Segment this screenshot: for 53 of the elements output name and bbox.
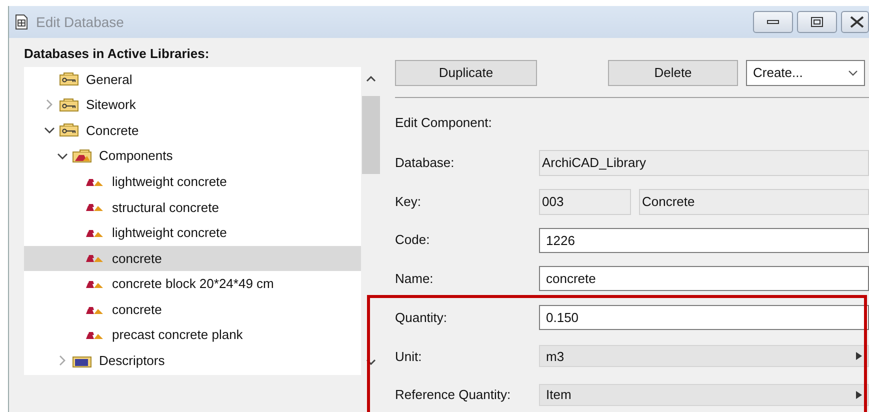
close-button[interactable] xyxy=(841,11,869,33)
tree-item[interactable]: lightweight concrete xyxy=(24,220,362,246)
tree-item[interactable]: lightweight concrete xyxy=(24,168,362,194)
input-field[interactable]: concrete xyxy=(539,266,869,292)
tree-heading: Databases in Active Libraries: xyxy=(24,45,210,63)
triangle-right-icon xyxy=(856,390,862,399)
dropdown-field[interactable]: m3 xyxy=(539,345,869,368)
scroll-thumb[interactable] xyxy=(362,96,380,174)
chevron-down-icon[interactable] xyxy=(57,150,68,162)
scroll-down-icon[interactable] xyxy=(366,358,376,364)
scroll-up-icon[interactable] xyxy=(366,76,376,82)
create-dropdown[interactable]: Create... xyxy=(746,60,865,86)
readonly-field: Concrete xyxy=(639,188,869,215)
tree-item[interactable]: structural concrete xyxy=(24,194,362,220)
maximize-icon xyxy=(811,17,823,27)
field-label: Key: xyxy=(395,192,422,211)
maximize-button[interactable] xyxy=(797,11,837,33)
window-title: Edit Database xyxy=(36,12,124,32)
tree-item[interactable]: Descriptors xyxy=(24,348,362,374)
field-label: Unit: xyxy=(395,348,423,366)
tree-item[interactable]: concrete block 20*24*49 cm xyxy=(24,271,362,297)
dropdown-field[interactable]: Item xyxy=(539,384,869,406)
field-label: Name: xyxy=(395,270,434,288)
action-button[interactable]: Duplicate xyxy=(395,60,537,86)
tree-item[interactable]: Components xyxy=(24,143,362,169)
key-folder-icon xyxy=(59,72,79,86)
tree-item[interactable]: concrete xyxy=(24,246,362,272)
readonly-field: ArchiCAD_Library xyxy=(539,150,869,176)
chevron-down-icon[interactable] xyxy=(44,124,55,136)
tree-item[interactable]: Concrete xyxy=(24,118,362,144)
section-title: Edit Component: xyxy=(395,114,493,132)
tree-item[interactable]: General xyxy=(24,66,362,92)
tree-item[interactable]: precast concrete plank xyxy=(24,322,362,348)
action-button[interactable]: Delete xyxy=(608,60,738,86)
close-icon xyxy=(850,16,864,28)
field-label: Code: xyxy=(395,231,431,250)
minimize-icon xyxy=(767,19,779,25)
bricks-folder-icon xyxy=(72,149,92,164)
database-icon xyxy=(15,14,28,30)
tree-item[interactable]: concrete xyxy=(24,296,362,322)
tree-item[interactable]: Sitework xyxy=(24,92,362,118)
readonly-field: 003 xyxy=(539,188,631,215)
descriptor-folder-icon xyxy=(72,354,92,368)
input-field[interactable]: 1226 xyxy=(539,228,869,253)
triangle-right-icon xyxy=(856,352,862,360)
field-label: Reference Quantity: xyxy=(395,386,512,404)
key-folder-icon xyxy=(59,98,79,112)
field-label: Quantity: xyxy=(395,308,448,327)
input-field[interactable]: 0.150 xyxy=(539,305,869,330)
minimize-button[interactable] xyxy=(753,11,793,33)
key-folder-icon xyxy=(59,123,79,138)
field-label: Database: xyxy=(395,154,456,172)
caret-icon xyxy=(848,70,858,76)
